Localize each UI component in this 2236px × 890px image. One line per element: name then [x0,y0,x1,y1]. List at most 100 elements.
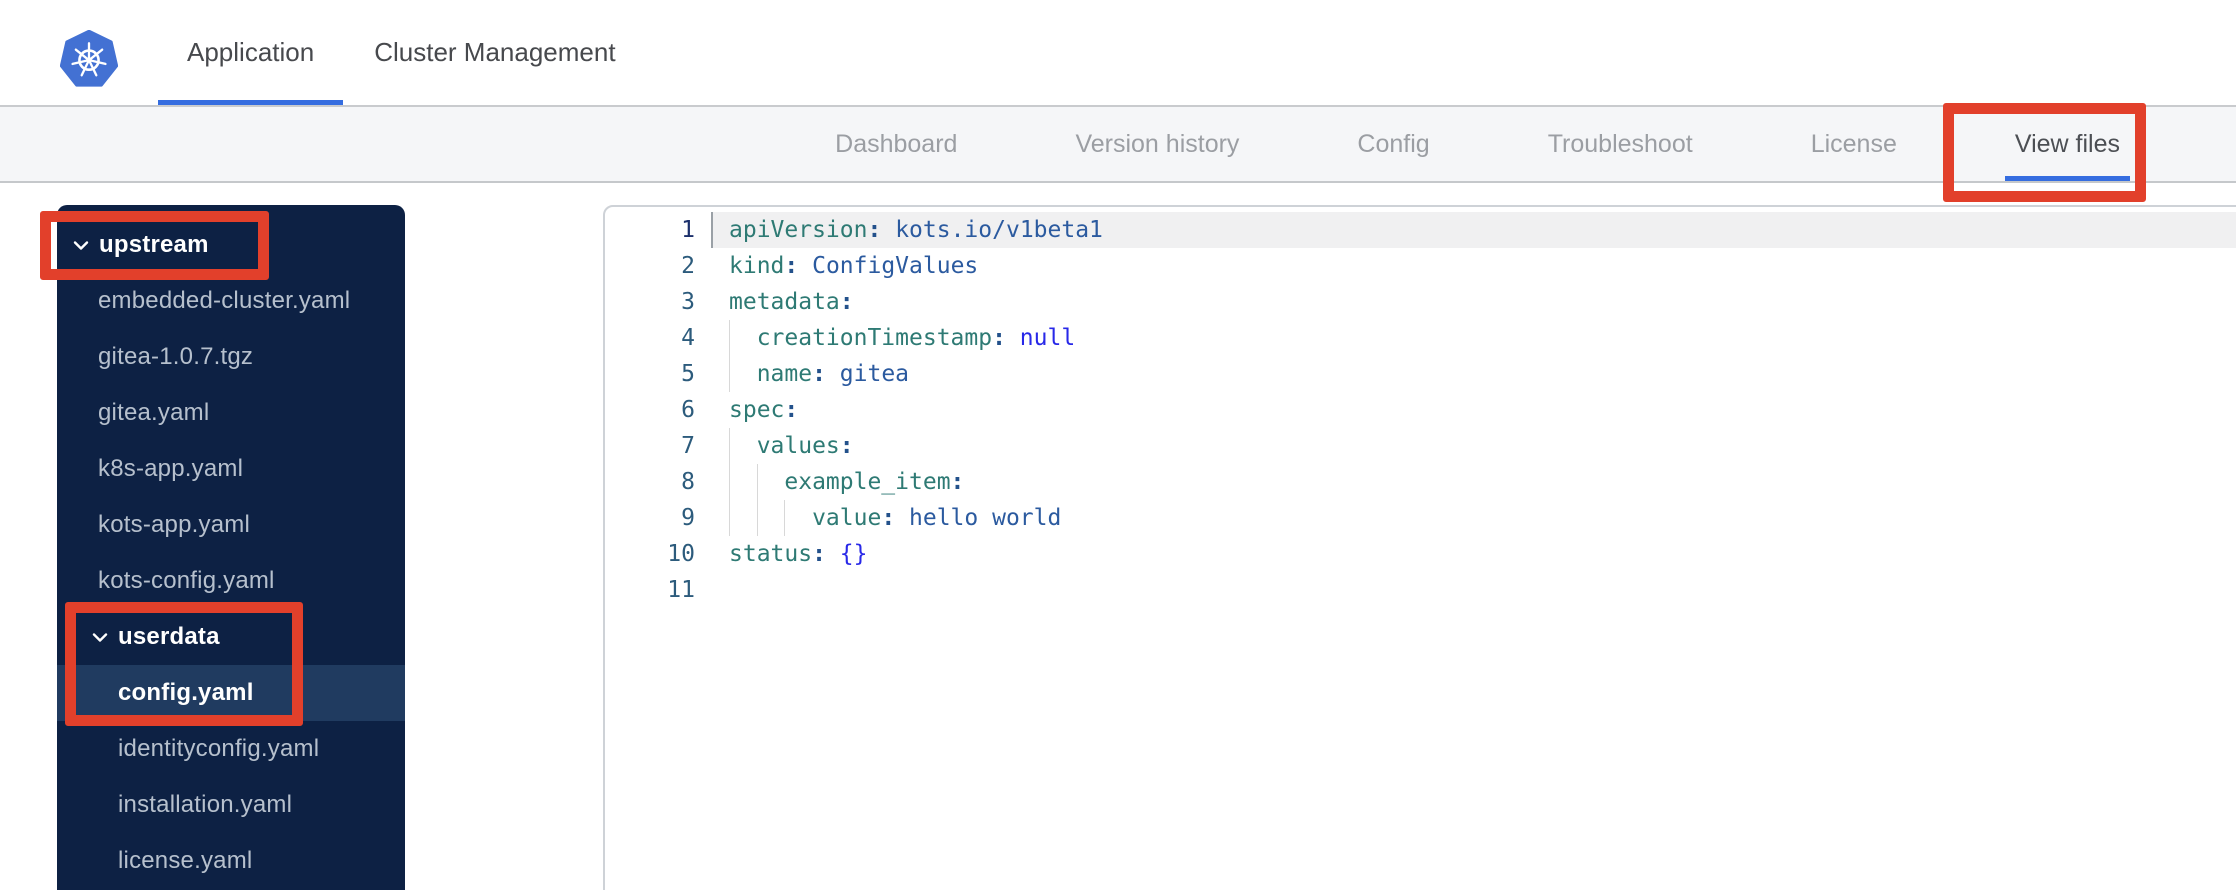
tree-item-label: config.yaml [118,679,254,706]
app-subnav: Dashboard Version history Config Troublesho… [0,107,2236,183]
token-colon: : [839,433,854,459]
subnav-tab-license[interactable]: License [1801,107,1907,181]
token-key: example_item [784,469,951,495]
code-text: apiVersion: kots.io/v1beta1 [711,212,2236,248]
line-number: 6 [681,397,695,423]
line-number: 4 [681,325,695,351]
chevron-down-icon [92,632,108,642]
token-key: metadata [729,289,840,315]
code-line-7: 7 values: [605,428,2236,464]
code-text: name: gitea [711,356,2236,392]
token-colon: : [784,253,799,279]
tree-item-kots-app-yaml[interactable]: kots-app.yaml [57,497,405,553]
line-number: 7 [681,433,695,459]
tree-item-config-yaml[interactable]: config.yaml [57,665,405,721]
tree-item-label: license.yaml [118,847,253,874]
code-text: creationTimestamp: null [711,320,2236,356]
indent-guide [757,464,785,500]
indent-guide [729,356,757,392]
token-key: values [756,433,840,459]
line-number: 2 [681,253,695,279]
tree-item-label: embedded-cluster.yaml [98,287,351,314]
tree-item-label: identityconfig.yaml [118,735,320,762]
token-colon: : [950,469,965,495]
indent-guide [729,464,757,500]
tree-item-label: gitea.yaml [98,399,210,426]
line-number: 11 [667,577,695,603]
tree-item-label: upstream [99,231,209,258]
token-colon: : [839,289,854,315]
line-number: 5 [681,361,695,387]
yaml-code-viewer[interactable]: 1 apiVersion: kots.io/v1beta1 2 kind: Confi… [603,205,2236,890]
file-tree-sidebar: upstream embedded-cluster.yaml gitea-1.0.7… [57,205,405,890]
tree-item-license-yaml[interactable]: license.yaml [57,833,405,889]
tree-item-label: gitea-1.0.7.tgz [98,343,254,370]
token-key: value [812,505,882,531]
token-colon: : [867,217,882,243]
subnav-tab-view-files[interactable]: View files [2004,107,2131,181]
subnav-tab-dashboard[interactable]: Dashboard [825,107,967,181]
code-text: value: hello world [711,500,2236,536]
tree-item-k8s-app-yaml[interactable]: k8s-app.yaml [57,441,405,497]
tree-item-gitea-yaml[interactable]: gitea.yaml [57,385,405,441]
code-line-1: 1 apiVersion: kots.io/v1beta1 [605,212,2236,248]
token-key: apiVersion [729,217,868,243]
token-colon: : [812,361,826,387]
indent-guide [784,500,812,536]
token-colon: : [784,397,799,423]
token-key: status [729,541,813,567]
code-line-10: 10 status: {} [605,536,2236,572]
kubernetes-logo-icon[interactable] [60,30,118,88]
token-colon: : [992,325,1006,351]
tree-item-label: kots-app.yaml [98,511,250,538]
chevron-down-icon [73,240,89,250]
token-colon: : [812,541,826,567]
code-line-8: 8 example_item: [605,464,2236,500]
code-line-6: 6 spec: [605,392,2236,428]
header-tab-cluster-management[interactable]: Cluster Management [345,0,644,105]
tree-item-userdata[interactable]: userdata [57,609,405,665]
header-tabs: Application Cluster Management [158,0,645,105]
token-val: gitea [825,361,910,387]
tree-item-label: k8s-app.yaml [98,455,244,482]
code-text: kind: ConfigValues [711,248,2236,284]
header-tab-application[interactable]: Application [158,0,344,105]
tree-item-installation-yaml[interactable]: installation.yaml [57,777,405,833]
tree-item-label: kots-config.yaml [98,567,275,594]
subnav-tab-config[interactable]: Config [1347,107,1439,181]
line-number: 1 [681,217,695,243]
code-line-5: 5 name: gitea [605,356,2236,392]
code-text: status: {} [711,536,2236,572]
tree-item-kots-config-yaml[interactable]: kots-config.yaml [57,553,405,609]
tree-item-identityconfig-yaml[interactable]: identityconfig.yaml [57,721,405,777]
line-number: 3 [681,289,695,315]
code-text: values: [711,428,2236,464]
tree-item-label: userdata [118,623,220,650]
token-val: kots.io/v1beta1 [881,217,1103,243]
code-line-9: 9 value: hello world [605,500,2236,536]
line-number: 8 [681,469,695,495]
token-key: spec [729,397,785,423]
token-key: kind [729,253,785,279]
indent-guide [729,500,757,536]
indent-guide [757,500,785,536]
line-number: 10 [667,541,695,567]
code-line-2: 2 kind: ConfigValues [605,248,2236,284]
indent-guide [729,428,757,464]
token-val: hello world [895,505,1062,531]
tree-item-embedded-cluster-yaml[interactable]: embedded-cluster.yaml [57,273,405,329]
subnav-tab-version-history[interactable]: Version history [1065,107,1249,181]
tree-item-gitea-1-0-7-tgz[interactable]: gitea-1.0.7.tgz [57,329,405,385]
subnav-tab-troubleshoot[interactable]: Troubleshoot [1538,107,1703,181]
tree-item-upstream[interactable]: upstream [57,217,405,273]
app-header: Application Cluster Management [0,0,2236,107]
token-val: ConfigValues [798,253,979,279]
token-colon: : [881,505,896,531]
code-line-4: 4 creationTimestamp: null [605,320,2236,356]
code-text: metadata: [711,284,2236,320]
kots-admin-console: Application Cluster Management Dashboard V… [0,0,2236,890]
tree-item-label: installation.yaml [118,791,293,818]
token-special: null [1005,325,1076,351]
token-key: name [756,361,813,387]
